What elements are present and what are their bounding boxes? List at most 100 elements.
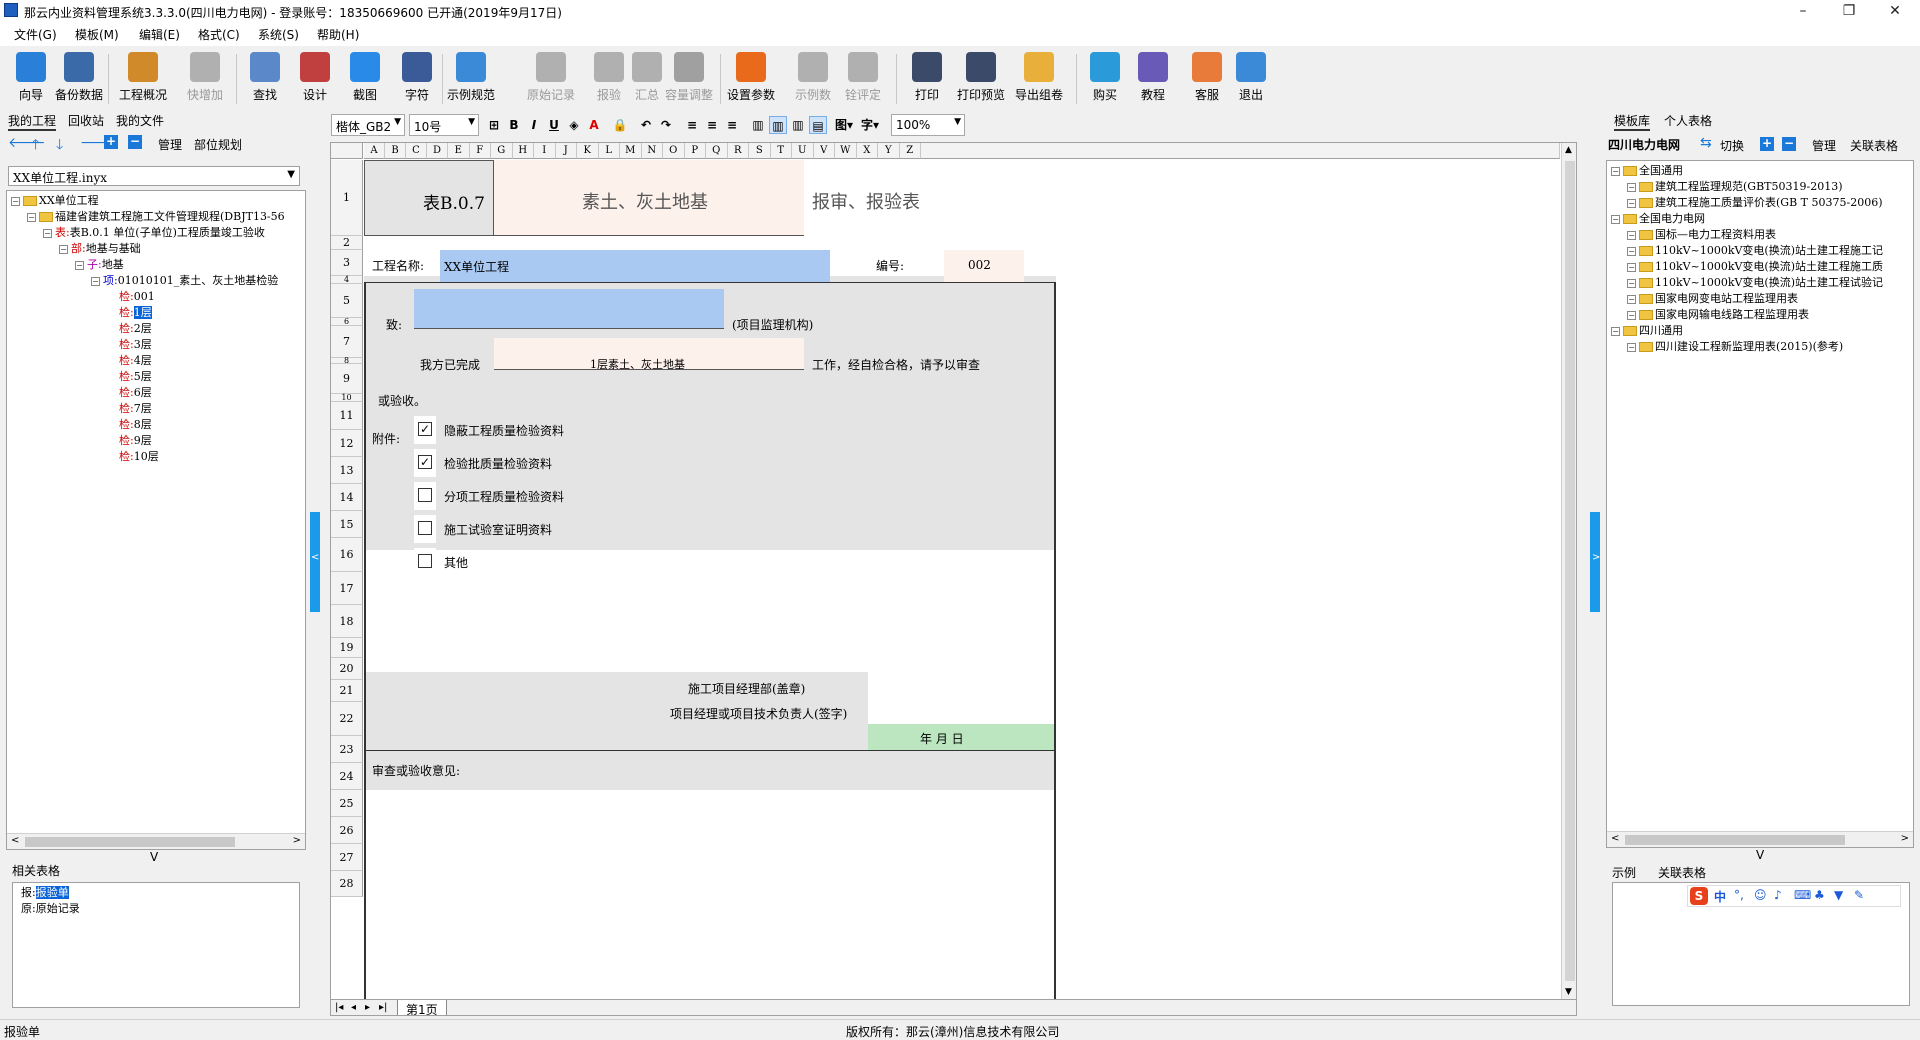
row-header[interactable]: 27 bbox=[331, 844, 363, 871]
bold-button[interactable]: B bbox=[505, 116, 523, 134]
tree-node[interactable]: 检:001 bbox=[11, 289, 301, 305]
row-header[interactable]: 4 bbox=[331, 276, 363, 284]
sheet-icon[interactable]: ▤ bbox=[809, 116, 827, 134]
print-preview-button[interactable]: 打印预览 bbox=[956, 52, 1006, 110]
column-header[interactable]: S bbox=[749, 143, 771, 159]
expander-icon[interactable]: − bbox=[1627, 198, 1636, 208]
row-header[interactable]: 25 bbox=[331, 790, 363, 817]
font-color-icon[interactable]: A bbox=[585, 116, 603, 134]
column-header[interactable]: J bbox=[555, 143, 577, 159]
number-field[interactable]: 002 bbox=[944, 250, 1024, 282]
expander-icon[interactable]: − bbox=[1627, 230, 1636, 240]
border-icon[interactable]: ⊞ bbox=[485, 116, 503, 134]
column-header[interactable]: H bbox=[512, 143, 534, 159]
review-area[interactable] bbox=[364, 790, 1056, 1004]
row-header[interactable]: 13 bbox=[331, 457, 363, 484]
char-dropdown-icon[interactable]: 字▾ bbox=[857, 116, 883, 134]
row-header[interactable]: 22 bbox=[331, 702, 363, 736]
tree-node[interactable]: − 部:地基与基础 bbox=[11, 241, 301, 257]
row-header[interactable]: 14 bbox=[331, 484, 363, 511]
column-header[interactable]: V bbox=[813, 143, 835, 159]
row-header[interactable]: 5 bbox=[331, 284, 363, 318]
expander-icon[interactable]: − bbox=[1627, 294, 1636, 304]
expand-all-icon[interactable]: + bbox=[1760, 137, 1774, 151]
column-header[interactable]: F bbox=[469, 143, 491, 159]
tree-node[interactable]: − 国标—电力工程资料用表 bbox=[1611, 227, 1911, 243]
column-header[interactable]: W bbox=[835, 143, 857, 159]
manage-button[interactable]: 管理 bbox=[158, 136, 182, 153]
row-header[interactable]: 2 bbox=[331, 236, 363, 250]
column-header[interactable]: I bbox=[534, 143, 556, 159]
down-arrow-icon[interactable]: 🡓 bbox=[56, 134, 63, 158]
expander-icon[interactable]: − bbox=[91, 276, 100, 286]
column-header[interactable]: N bbox=[641, 143, 663, 159]
tab-my-files[interactable]: 我的文件 bbox=[116, 112, 164, 129]
menu-help[interactable]: 帮助(H) bbox=[317, 26, 359, 43]
export-volume-button[interactable]: 导出组卷 bbox=[1014, 52, 1064, 110]
tree-node[interactable]: − 全国电力电网 bbox=[1611, 211, 1911, 227]
wizard-button[interactable]: 向导 bbox=[6, 52, 56, 110]
sheet-vscrollbar[interactable]: ▲ ▼ bbox=[1561, 143, 1576, 999]
tree-node[interactable]: − 子:地基 bbox=[11, 257, 301, 273]
example-spec-button[interactable]: 示例规范 bbox=[446, 52, 496, 110]
ime-punct-icon[interactable]: °, bbox=[1734, 888, 1744, 902]
close-button[interactable]: ✕ bbox=[1872, 0, 1918, 22]
related-item[interactable]: 原:原始记录 bbox=[21, 901, 80, 917]
tab-example[interactable]: 示例 bbox=[1612, 864, 1636, 881]
next-sheet-icon[interactable]: ▸ bbox=[365, 1002, 370, 1013]
ime-keyboard-icon[interactable]: ⌨ bbox=[1794, 888, 1811, 902]
last-sheet-icon[interactable]: ▸| bbox=[379, 1002, 387, 1013]
scroll-thumb[interactable] bbox=[25, 837, 235, 847]
expander-icon[interactable]: − bbox=[1627, 278, 1636, 288]
column-header[interactable]: O bbox=[663, 143, 685, 159]
scroll-right-icon[interactable]: > bbox=[1901, 833, 1909, 844]
buy-button[interactable]: 购买 bbox=[1080, 52, 1130, 110]
tree-node[interactable]: − 全国通用 bbox=[1611, 163, 1911, 179]
row-header[interactable]: 10 bbox=[331, 394, 363, 402]
tree-node[interactable]: − 国家电网变电站工程监理用表 bbox=[1611, 291, 1911, 307]
align-right-icon[interactable]: ≡ bbox=[723, 116, 741, 134]
tree-node[interactable]: 检:1层 bbox=[11, 305, 301, 321]
tutorial-button[interactable]: 教程 bbox=[1128, 52, 1178, 110]
switch-button[interactable]: 切换 bbox=[1720, 137, 1744, 154]
to-field[interactable] bbox=[414, 289, 724, 329]
column-header[interactable]: R bbox=[727, 143, 749, 159]
project-name-field[interactable]: XX单位工程 bbox=[440, 250, 830, 282]
tab-linked-tables[interactable]: 关联表格 bbox=[1658, 864, 1706, 881]
expander-icon[interactable]: − bbox=[1611, 214, 1620, 224]
quick-add-button[interactable]: 快增加 bbox=[180, 52, 230, 110]
tree-node[interactable]: − 项:01010101_素土、灰土地基检验 bbox=[11, 273, 301, 289]
ime-mode[interactable]: 中 bbox=[1714, 888, 1726, 905]
column-header[interactable]: Y bbox=[878, 143, 900, 159]
expander-icon[interactable]: − bbox=[1627, 262, 1636, 272]
tree-hscrollbar[interactable]: < > bbox=[7, 833, 305, 849]
column-header[interactable]: G bbox=[491, 143, 513, 159]
ime-user-icon[interactable]: ♣ bbox=[1814, 888, 1825, 902]
expander-icon[interactable]: − bbox=[59, 244, 68, 254]
project-overview-button[interactable]: 工程概况 bbox=[118, 52, 168, 110]
spreadsheet[interactable]: 表B.0.7 素土、灰土地基 报审、报验表 工程名称: XX单位工程 编号: 0… bbox=[330, 142, 1577, 1016]
tree-node[interactable]: 检:3层 bbox=[11, 337, 301, 353]
first-sheet-icon[interactable]: |◂ bbox=[335, 1002, 343, 1013]
scroll-up-icon[interactable]: ▲ bbox=[1565, 145, 1572, 155]
row-header[interactable]: 24 bbox=[331, 763, 363, 790]
character-button[interactable]: 字符 bbox=[392, 52, 442, 110]
row-header[interactable]: 15 bbox=[331, 511, 363, 538]
expander-icon[interactable]: − bbox=[1611, 166, 1620, 176]
set-params-button[interactable]: 设置参数 bbox=[726, 52, 776, 110]
expander-icon[interactable]: − bbox=[43, 228, 52, 238]
row-header[interactable]: 23 bbox=[331, 736, 363, 763]
scroll-down-icon[interactable]: ▼ bbox=[1565, 987, 1572, 997]
column-header[interactable]: P bbox=[684, 143, 706, 159]
tree-node[interactable]: − 四川通用 bbox=[1611, 323, 1911, 339]
row-header[interactable]: 21 bbox=[331, 680, 363, 702]
expander-icon[interactable]: − bbox=[11, 196, 20, 206]
date-field[interactable]: 年 月 日 bbox=[868, 724, 1054, 750]
example-data-button[interactable]: 示例数 bbox=[788, 52, 838, 110]
italic-button[interactable]: I bbox=[525, 116, 543, 134]
tree-node[interactable]: − XX单位工程 bbox=[11, 193, 301, 209]
row-header[interactable]: 3 bbox=[331, 250, 363, 276]
left-collapse-handle[interactable]: < bbox=[310, 512, 320, 612]
scroll-thumb[interactable] bbox=[1625, 835, 1845, 845]
menu-template[interactable]: 模板(M) bbox=[75, 26, 119, 43]
